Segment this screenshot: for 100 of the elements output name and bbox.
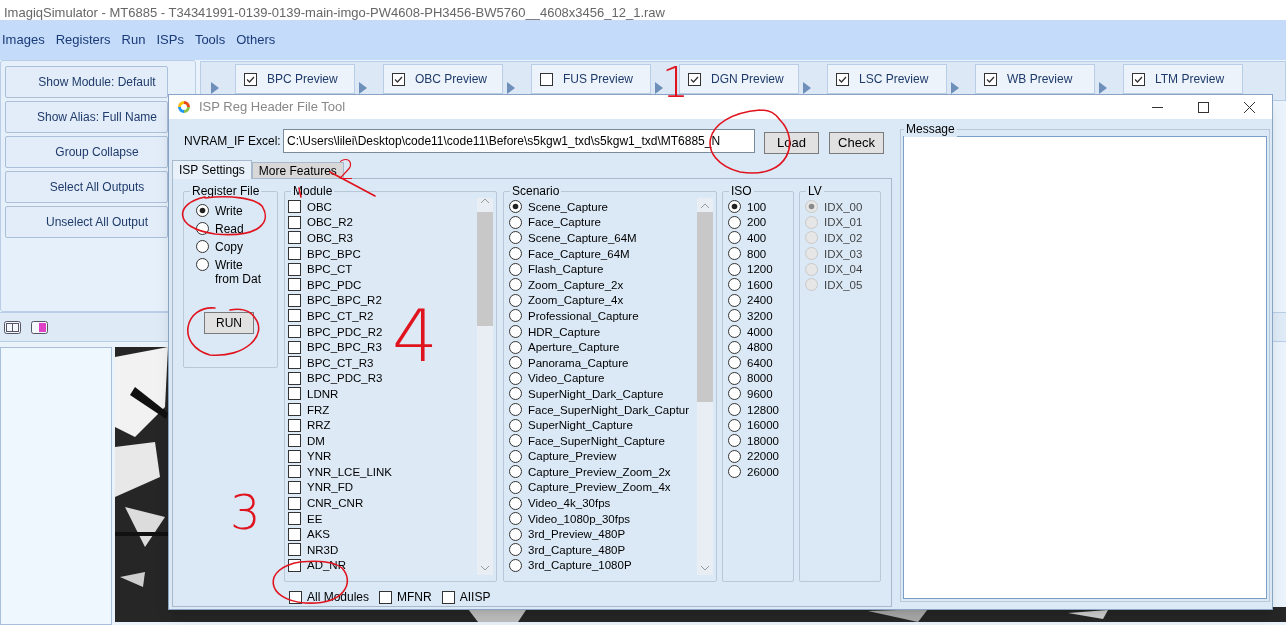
checkbox[interactable] (288, 262, 301, 276)
radio[interactable] (509, 434, 522, 448)
radio[interactable] (509, 527, 522, 541)
scrollbar-thumb[interactable] (477, 212, 493, 326)
radio[interactable] (509, 558, 522, 572)
radio[interactable] (728, 387, 741, 401)
menu-item[interactable]: ISPs (156, 30, 184, 50)
checked-checkbox[interactable] (836, 72, 849, 86)
checkbox[interactable] (288, 449, 301, 463)
checkbox[interactable] (288, 481, 301, 494)
selected-radio[interactable] (728, 200, 741, 214)
radio[interactable] (196, 258, 209, 271)
radio[interactable] (509, 449, 522, 463)
radio[interactable] (728, 309, 741, 323)
checked-checkbox[interactable] (984, 72, 997, 86)
checkbox[interactable] (288, 434, 301, 448)
checkbox[interactable] (288, 340, 301, 354)
checkbox[interactable] (540, 72, 553, 86)
side-button[interactable]: Show Module: Default (5, 66, 168, 98)
checked-checkbox[interactable] (392, 72, 405, 86)
checkbox[interactable] (288, 325, 301, 339)
split-view-icon[interactable] (4, 320, 21, 334)
selected-radio[interactable] (196, 204, 209, 217)
radio[interactable] (509, 231, 522, 245)
scrollbar[interactable] (477, 198, 493, 575)
radio[interactable] (728, 262, 741, 276)
preview-tab[interactable]: WB Preview (975, 64, 1095, 94)
side-button[interactable]: Unselect All Output (5, 206, 168, 238)
preview-tab[interactable]: DGN Preview (679, 64, 799, 94)
radio[interactable] (509, 278, 522, 292)
menu-item[interactable]: Tools (194, 30, 226, 50)
radio[interactable] (509, 356, 522, 370)
checkbox[interactable] (288, 231, 301, 245)
radio[interactable] (509, 371, 522, 385)
radio[interactable] (509, 293, 522, 307)
radio[interactable] (509, 418, 522, 432)
checkbox[interactable] (288, 387, 301, 401)
checkbox[interactable] (288, 309, 301, 323)
color-view-icon[interactable] (31, 320, 48, 334)
scrollbar-thumb[interactable] (697, 212, 713, 402)
preview-tab[interactable]: BPC Preview (235, 64, 355, 94)
checkbox[interactable] (288, 371, 301, 385)
radio[interactable] (728, 356, 741, 370)
checkbox[interactable] (379, 590, 393, 604)
radio[interactable] (728, 215, 741, 229)
run-button[interactable]: RUN (204, 312, 254, 334)
checkbox[interactable] (288, 418, 301, 432)
scrollbar[interactable] (697, 198, 713, 575)
preview-tab[interactable]: FUS Preview (531, 64, 651, 94)
radio[interactable] (509, 387, 522, 401)
checkbox[interactable] (288, 527, 301, 541)
checkbox[interactable] (441, 590, 455, 604)
checkbox[interactable] (288, 200, 301, 214)
selected-radio[interactable] (509, 200, 522, 214)
checkbox[interactable] (288, 496, 301, 510)
menu-item[interactable]: Images (2, 30, 45, 50)
radio[interactable] (728, 293, 741, 307)
radio[interactable] (728, 231, 741, 245)
checkbox[interactable] (288, 278, 301, 292)
checked-checkbox[interactable] (244, 72, 257, 86)
radio[interactable] (728, 278, 741, 292)
radio[interactable] (509, 262, 522, 276)
radio[interactable] (509, 496, 522, 510)
preview-tab[interactable]: LTM Preview (1123, 64, 1243, 94)
radio[interactable] (728, 325, 741, 339)
radio[interactable] (509, 543, 522, 557)
checkbox[interactable] (288, 465, 301, 479)
radio[interactable] (728, 434, 741, 448)
radio[interactable] (196, 240, 209, 253)
radio[interactable] (509, 340, 522, 354)
checkbox[interactable] (288, 293, 301, 307)
checkbox[interactable] (288, 247, 301, 261)
preview-tab[interactable]: OBC Preview (383, 64, 503, 94)
side-button[interactable]: Select All Outputs (5, 171, 168, 203)
checkbox[interactable] (288, 403, 301, 416)
radio[interactable] (509, 309, 522, 323)
menu-item[interactable]: Registers (55, 30, 111, 50)
checkbox[interactable] (288, 356, 301, 370)
radio[interactable] (509, 247, 522, 261)
radio[interactable] (509, 512, 522, 526)
radio[interactable] (509, 325, 522, 339)
radio[interactable] (509, 215, 522, 229)
checkbox[interactable] (289, 590, 302, 604)
radio[interactable] (728, 340, 741, 354)
radio[interactable] (509, 465, 522, 479)
side-button[interactable]: Show Alias: Full Name (5, 101, 168, 133)
menu-item[interactable]: Run (121, 30, 146, 50)
dialog-button[interactable]: Check (829, 131, 884, 154)
radio[interactable] (728, 371, 741, 385)
radio[interactable] (728, 403, 741, 416)
radio[interactable] (509, 481, 522, 494)
radio[interactable] (728, 418, 741, 432)
radio[interactable] (728, 465, 741, 479)
side-button[interactable]: Group Collapse (5, 136, 168, 168)
checked-checkbox[interactable] (1132, 72, 1145, 86)
checkbox[interactable] (288, 215, 301, 229)
preview-tab[interactable]: LSC Preview (827, 64, 947, 94)
checkbox[interactable] (288, 512, 301, 526)
checked-checkbox[interactable] (688, 72, 701, 86)
radio[interactable] (728, 449, 741, 463)
